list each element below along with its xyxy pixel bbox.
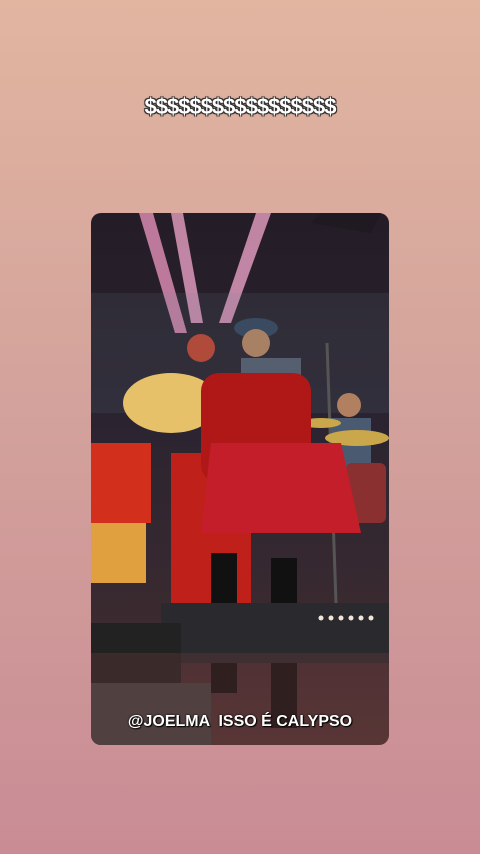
video-overlay-caption: @JOELMA ISSO É CALYPSO [127, 713, 353, 730]
story-caption-text: $$$$$$$$$$$$$$$$$ [144, 94, 336, 119]
video-frame[interactable]: @JOELMA ISSO É CALYPSO [91, 213, 389, 745]
concert-scene-image [91, 213, 389, 745]
